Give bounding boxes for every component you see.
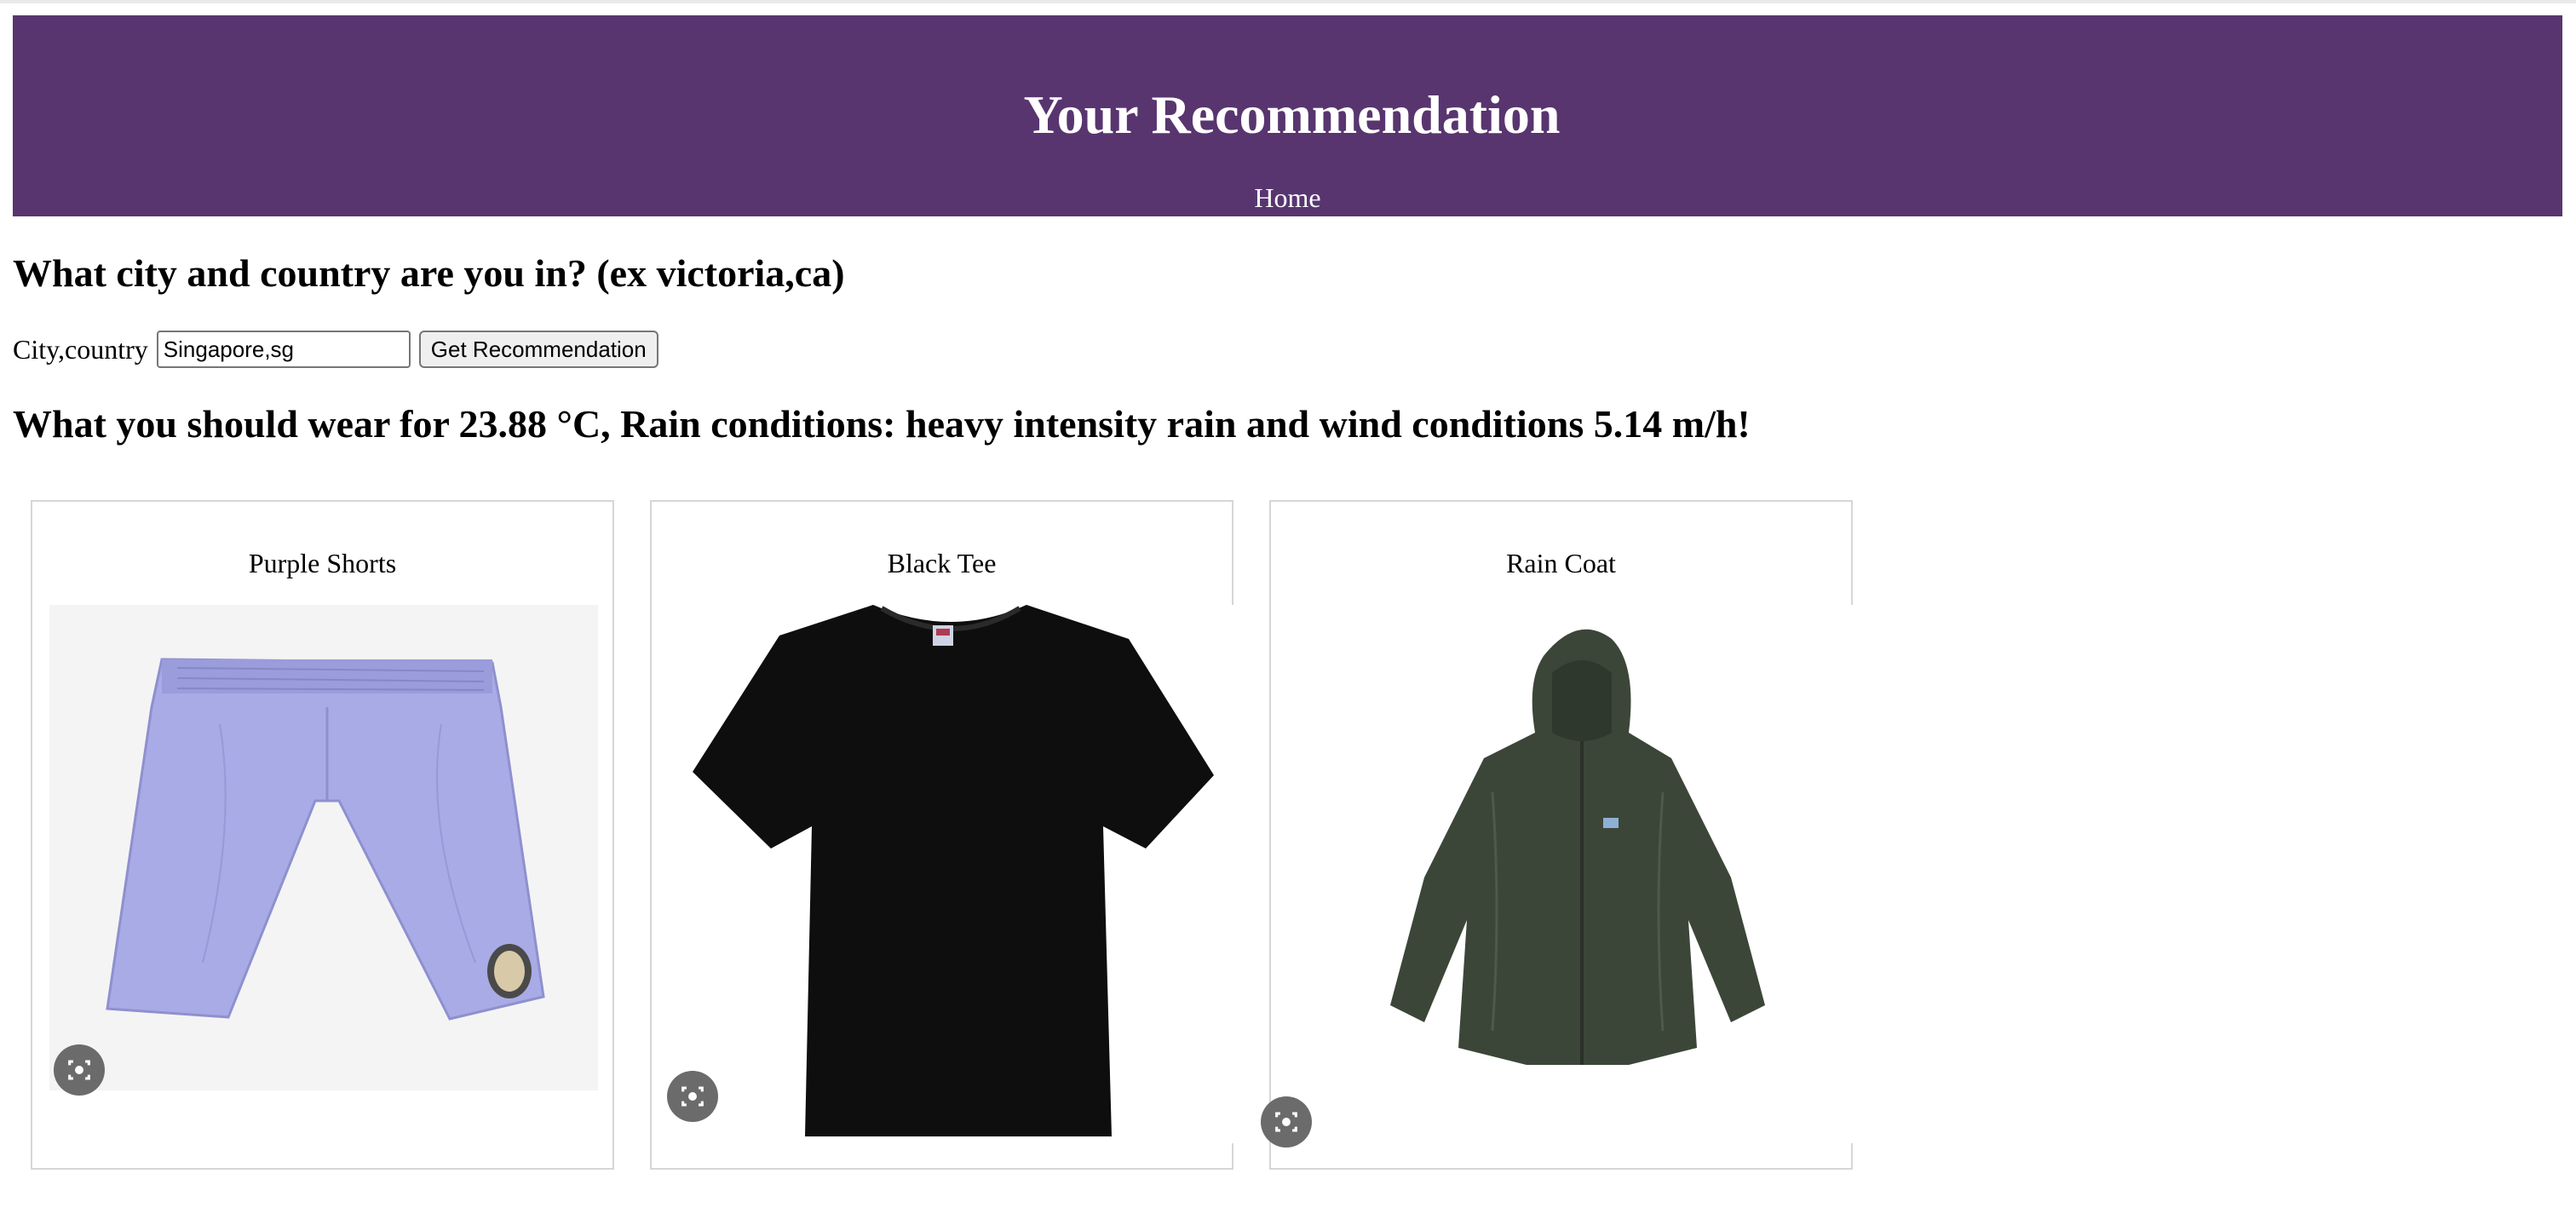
tshirt-image: [669, 605, 1234, 1143]
visual-search-button[interactable]: [54, 1044, 105, 1096]
location-question: What city and country are you in? (ex vi…: [13, 251, 845, 295]
card-rain-coat: Rain Coat: [1261, 500, 1854, 1170]
get-recommendation-button[interactable]: Get Recommendation: [418, 331, 658, 368]
camera-lens-icon: [681, 1086, 704, 1107]
city-country-label: City,country: [13, 333, 148, 365]
tshirt-illustration: [693, 605, 1214, 1136]
page-title: Your Recommendation: [1023, 84, 1561, 145]
header-banner: Your Recommendation Home: [13, 15, 2562, 216]
raincoat-illustration: [1390, 629, 1765, 1065]
card-purple-shorts: Purple Shorts: [31, 500, 614, 1170]
main-nav: Home: [13, 181, 2562, 215]
camera-lens-icon: [68, 1060, 90, 1080]
card-title: Purple Shorts: [248, 548, 397, 578]
city-country-input[interactable]: [156, 331, 411, 368]
camera-lens-icon: [1275, 1112, 1297, 1132]
location-form: City,country Get Recommendation: [13, 329, 658, 370]
recommendation-cards: Purple Shorts Black Tee Rain Coat: [31, 500, 1854, 1170]
shorts-image: [49, 605, 598, 1090]
visual-search-button[interactable]: [667, 1071, 718, 1122]
home-link[interactable]: Home: [1254, 182, 1320, 213]
card-black-tee: Black Tee: [650, 500, 1234, 1170]
top-divider: [0, 0, 2576, 3]
visual-search-button[interactable]: [1261, 1096, 1312, 1148]
card-title: Rain Coat: [1506, 548, 1616, 578]
shorts-illustration: [106, 658, 545, 1021]
card-title: Black Tee: [887, 548, 997, 578]
raincoat-image: [1288, 605, 1854, 1143]
weather-heading: What you should wear for 23.88 °C, Rain …: [13, 402, 1751, 446]
page: Your Recommendation Home What city and c…: [0, 0, 2576, 1208]
